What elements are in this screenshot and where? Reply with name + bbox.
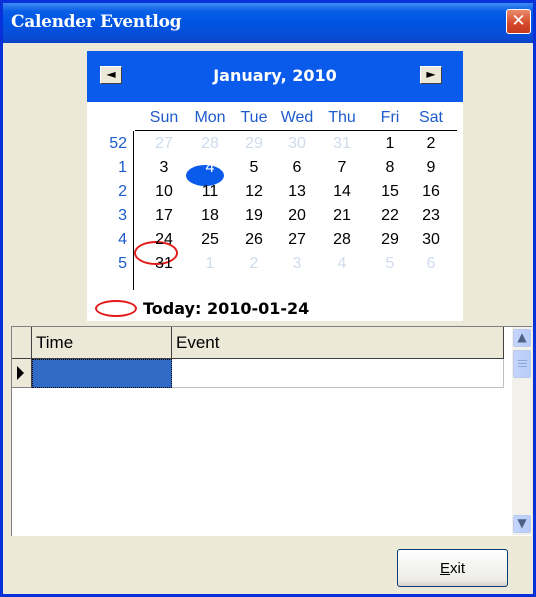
calendar-day[interactable]: 2	[237, 255, 271, 273]
calendar-day[interactable]: 22	[373, 207, 407, 225]
calendar-day[interactable]: 30	[280, 135, 314, 153]
calendar-day[interactable]: 12	[237, 183, 271, 201]
right-arrow-icon: ►	[426, 67, 436, 81]
calendar-day[interactable]: 3	[147, 159, 181, 177]
calendar-day[interactable]: 13	[280, 183, 314, 201]
today-circle-icon	[95, 300, 137, 317]
exit-button[interactable]: Exit	[397, 549, 508, 587]
days-of-week-divider	[135, 130, 457, 131]
calendar-day[interactable]: 27	[147, 135, 181, 153]
week-number: 3	[118, 207, 127, 224]
calendar-day[interactable]: 5	[373, 255, 407, 273]
calendar-day[interactable]: 30	[414, 231, 448, 249]
today-link[interactable]: Today: 2010-01-24	[143, 299, 309, 318]
calendar-day[interactable]: 28	[325, 231, 359, 249]
exit-button-label: Exit	[439, 560, 465, 577]
time-cell[interactable]	[32, 359, 172, 388]
calendar-day[interactable]: 9	[414, 159, 448, 177]
close-icon: ✕	[511, 11, 526, 31]
calendar-day[interactable]: 26	[237, 231, 271, 249]
day-of-week-label: Thu	[328, 109, 356, 126]
row-header-corner	[12, 327, 32, 359]
scroll-down-button[interactable]: ▼	[513, 515, 531, 533]
calendar-day[interactable]: 8	[373, 159, 407, 177]
event-grid[interactable]: Time Event ▲ ▼	[11, 326, 532, 536]
row-selector[interactable]	[12, 359, 32, 388]
calendar-day[interactable]: 25	[193, 231, 227, 249]
column-header-event[interactable]: Event	[172, 327, 504, 359]
calendar-day[interactable]: 20	[280, 207, 314, 225]
calendar-day[interactable]: 29	[373, 231, 407, 249]
calendar-day[interactable]: 23	[414, 207, 448, 225]
scroll-up-button[interactable]: ▲	[513, 329, 531, 347]
calendar-day[interactable]: 6	[414, 255, 448, 273]
column-header-time[interactable]: Time	[32, 327, 172, 359]
week-number-divider	[133, 131, 134, 290]
chevron-down-icon: ▼	[517, 516, 527, 530]
calendar-day[interactable]: 3	[280, 255, 314, 273]
week-number: 1	[118, 159, 127, 176]
title-bar[interactable]: Calender Eventlog ✕	[3, 3, 533, 43]
week-number: 2	[118, 183, 127, 200]
calendar-day[interactable]: 2	[414, 135, 448, 153]
calendar-header: ◄ January, 2010 ►	[87, 51, 463, 102]
day-of-week-label: Sat	[418, 109, 443, 126]
column-header-label: Time	[36, 333, 74, 352]
day-of-week-label: Mon	[194, 109, 226, 126]
next-month-button[interactable]: ►	[420, 66, 442, 84]
calendar-day[interactable]: 10	[147, 183, 181, 201]
day-of-week-label: Fri	[380, 109, 400, 126]
current-row-icon	[17, 366, 24, 380]
week-number: 5	[118, 255, 127, 272]
calendar-day[interactable]: 31	[325, 135, 359, 153]
event-cell[interactable]	[172, 359, 504, 388]
day-of-week-label: Tue	[240, 109, 268, 126]
calendar-day[interactable]: 4	[325, 255, 359, 273]
calendar-day[interactable]: 21	[325, 207, 359, 225]
month-calendar[interactable]: ◄ January, 2010 ► Sun Mon Tue Wed Thu Fri Sat …	[87, 51, 463, 321]
month-label[interactable]: January, 2010	[87, 66, 463, 85]
calendar-day[interactable]: 11	[193, 183, 227, 201]
close-button[interactable]: ✕	[506, 9, 531, 34]
calendar-day[interactable]: 1	[373, 135, 407, 153]
calendar-day[interactable]: 14	[325, 183, 359, 201]
calendar-day[interactable]: 15	[373, 183, 407, 201]
calendar-day[interactable]: 18	[193, 207, 227, 225]
day-of-week-label: Wed	[280, 109, 314, 126]
window-title: Calender Eventlog	[11, 12, 182, 32]
scroll-thumb[interactable]	[513, 350, 531, 378]
calendar-day[interactable]: 29	[237, 135, 271, 153]
calendar-day[interactable]: 4	[193, 159, 227, 177]
calendar-day[interactable]: 5	[237, 159, 271, 177]
calendar-day[interactable]: 1	[193, 255, 227, 273]
chevron-up-icon: ▲	[517, 330, 527, 344]
calendar-day[interactable]: 17	[147, 207, 181, 225]
column-header-label: Event	[176, 333, 220, 352]
day-of-week-label: Sun	[149, 109, 179, 126]
calendar-eventlog-window: Calender Eventlog ✕ ◄ January, 2010 ► Su…	[0, 0, 536, 597]
calendar-day[interactable]: 16	[414, 183, 448, 201]
calendar-day[interactable]: 6	[280, 159, 314, 177]
week-number: 4	[118, 231, 127, 248]
calendar-day[interactable]: 19	[237, 207, 271, 225]
calendar-day[interactable]: 28	[193, 135, 227, 153]
calendar-day[interactable]: 24	[147, 231, 181, 249]
calendar-day[interactable]: 27	[280, 231, 314, 249]
calendar-day[interactable]: 31	[147, 255, 181, 273]
calendar-day[interactable]: 7	[325, 159, 359, 177]
week-number: 52	[109, 135, 127, 152]
vertical-scrollbar[interactable]: ▲ ▼	[512, 327, 532, 535]
